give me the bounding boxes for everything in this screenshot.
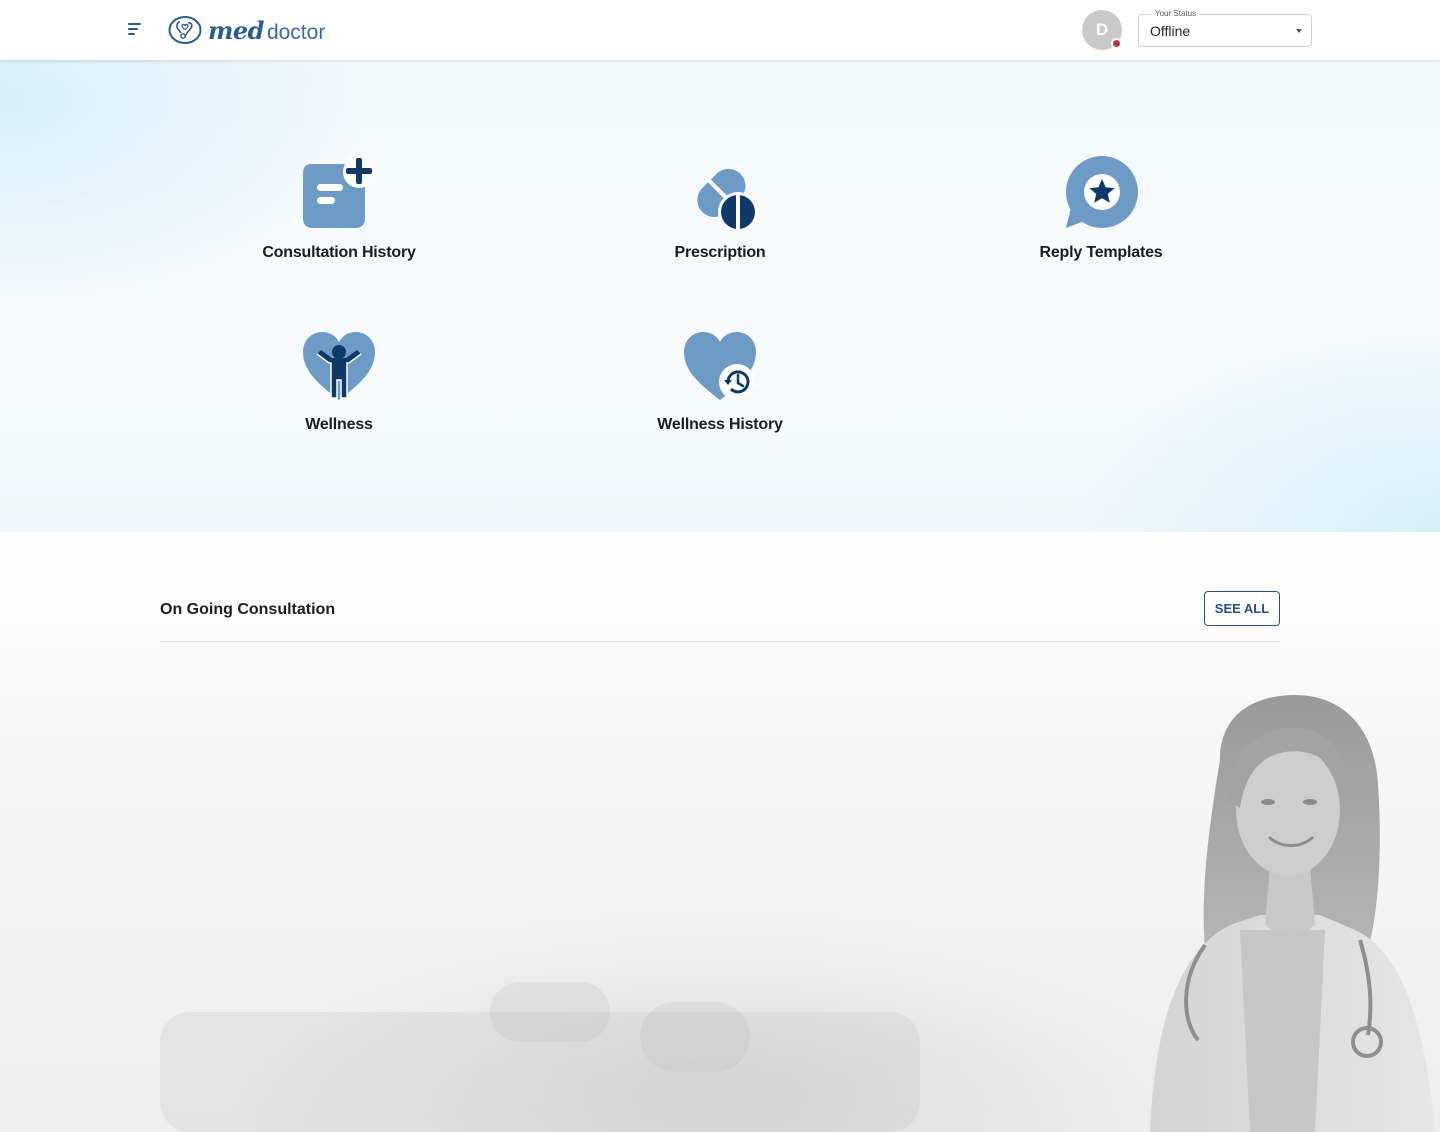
tile-wellness-history[interactable]: Wellness History xyxy=(620,330,820,434)
tile-reply-templates[interactable]: Reply Templates xyxy=(1001,156,1201,262)
tile-prescription[interactable]: Prescription xyxy=(620,156,820,262)
tile-label: Reply Templates xyxy=(1039,244,1163,261)
see-all-button[interactable]: SEE ALL xyxy=(1204,591,1280,626)
hamburger-menu-icon[interactable] xyxy=(128,22,144,38)
hero-background xyxy=(0,60,1440,532)
user-avatar[interactable]: D xyxy=(1082,10,1122,50)
tile-wellness[interactable]: Wellness xyxy=(239,330,439,434)
tile-label: Consultation History xyxy=(262,244,416,261)
avatar-initial: D xyxy=(1095,20,1109,39)
status-legend-label: Your Status xyxy=(1151,9,1201,19)
stethoscope-heart-logo-icon xyxy=(168,16,202,44)
consultation-history-icon xyxy=(303,156,375,228)
wellness-heart-person-icon xyxy=(303,332,375,400)
status-selected-value: Offline xyxy=(1150,23,1191,39)
status-dropdown[interactable]: Your Status Offline xyxy=(1138,9,1312,47)
tile-label: Prescription xyxy=(674,244,766,261)
wellness-history-heart-clock-icon xyxy=(684,332,756,400)
reply-templates-star-icon xyxy=(1066,156,1138,228)
logo-med-text: med xyxy=(208,15,264,45)
tile-label: Wellness xyxy=(305,416,373,433)
section-divider xyxy=(160,641,1280,642)
ongoing-consultation-title: On Going Consultation xyxy=(160,601,336,618)
doctor-portrait-image xyxy=(1150,695,1435,1132)
offline-status-dot xyxy=(1111,38,1122,49)
logo-doctor-text: doctor xyxy=(266,20,326,44)
meddoctor-logo[interactable]: med doctor xyxy=(168,14,325,46)
prescription-pill-icon xyxy=(697,168,758,230)
tile-label: Wellness History xyxy=(657,416,783,433)
caret-down-icon xyxy=(1296,29,1302,33)
blurred-object-shape xyxy=(640,1002,750,1072)
tile-consultation-history[interactable]: Consultation History xyxy=(239,156,439,262)
blurred-object-shape xyxy=(490,982,610,1042)
top-header: med doctor D Your Status Offline xyxy=(0,0,1440,60)
